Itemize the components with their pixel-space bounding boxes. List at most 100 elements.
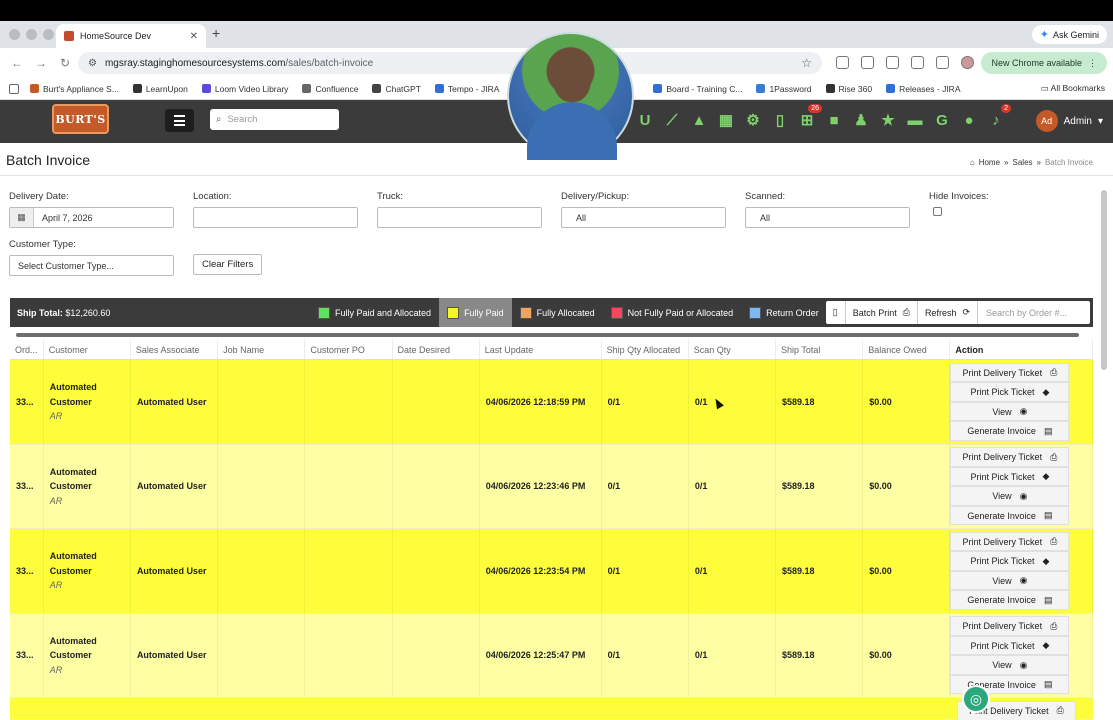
column-header[interactable]: Ship Total [776, 340, 864, 359]
truck-field[interactable] [377, 207, 542, 228]
apps-grid-icon[interactable] [9, 84, 19, 94]
reload-icon[interactable]: ↻ [56, 56, 74, 70]
print-pick-ticket-button[interactable]: Print Pick Ticket ◆ [950, 551, 1070, 571]
hide-invoices-checkbox[interactable] [933, 207, 942, 216]
generate-invoice-button[interactable]: Generate Invoice ▤ [950, 421, 1070, 441]
app-search-input[interactable]: ⌕ Search [210, 109, 339, 130]
column-header[interactable]: Balance Owed [863, 340, 951, 359]
column-header[interactable]: Sales Associate [131, 340, 219, 359]
chat-icon[interactable]: ● [960, 111, 978, 129]
scanned-select[interactable]: All [745, 207, 910, 228]
order-number-cell[interactable]: 33... [10, 613, 44, 697]
legend-fully-paid[interactable]: Fully Paid [439, 298, 512, 327]
order-number-cell[interactable]: 33... [10, 360, 44, 444]
delivery-pickup-select[interactable]: All [561, 207, 726, 228]
customer-type-select[interactable]: Select Customer Type... [9, 255, 174, 276]
chart-line-icon[interactable]: ⟋ [663, 111, 681, 129]
column-header[interactable]: Scan Qty [689, 340, 776, 359]
user-menu[interactable]: Ad Admin ▾ [1035, 110, 1103, 132]
bookmark-item[interactable]: Releases - JIRA [886, 84, 961, 94]
breadcrumb-sales[interactable]: Sales [1013, 158, 1033, 167]
print-pick-ticket-button[interactable]: Print Pick Ticket ◆ [950, 635, 1070, 656]
horizontal-scrollbar[interactable] [16, 333, 1079, 337]
column-header[interactable]: Job Name [218, 340, 306, 359]
calculator-icon[interactable]: ▦ [717, 111, 735, 129]
cart-icon[interactable]: ⊞ 26 [798, 104, 822, 129]
delivery-date-field[interactable]: ▦ April 7, 2026 [9, 207, 174, 228]
back-icon[interactable]: ← [8, 56, 26, 70]
bookmark-item[interactable]: Tempo - JIRA [434, 84, 499, 94]
print-delivery-ticket-button[interactable]: Print Delivery Ticket ⎙ [950, 362, 1070, 383]
media-icon[interactable] [936, 56, 949, 69]
batch-print-button[interactable]: Batch Print ⎙ [846, 301, 918, 324]
legend-fully-paid-allocated[interactable]: Fully Paid and Allocated [310, 298, 439, 327]
calendar-icon[interactable]: ▦ [10, 208, 34, 227]
bookmark-item[interactable]: Loom Video Library [201, 84, 288, 94]
view-button[interactable]: View ◉ [950, 401, 1070, 422]
star-icon[interactable]: ★ [879, 111, 897, 129]
generate-invoice-button[interactable]: Generate Invoice ▤ [950, 590, 1070, 610]
profile-icon[interactable] [961, 56, 974, 69]
briefcase-icon[interactable]: ■ [825, 111, 843, 129]
export-button[interactable]: ▯ [826, 301, 846, 324]
print-delivery-ticket-button[interactable]: Print Delivery Ticket ⎙ [950, 616, 1070, 636]
generate-invoice-button[interactable]: Generate Invoice ▤ [950, 505, 1070, 526]
minimize-window-button[interactable] [26, 29, 37, 40]
ask-gemini-button[interactable]: ✦ Ask Gemini [1031, 25, 1107, 44]
mobile-device-icon[interactable]: ▯ [771, 111, 789, 129]
view-button[interactable]: View ◉ [950, 486, 1070, 506]
breadcrumb-home[interactable]: Home [979, 158, 1000, 167]
bookmark-item[interactable]: 1Password [756, 84, 812, 94]
maximize-window-button[interactable] [43, 29, 54, 40]
bookmark-item[interactable]: LearnUpon [132, 84, 188, 94]
bookmark-item[interactable]: Board - Training C... [653, 84, 742, 94]
order-number-cell[interactable]: 33... [10, 529, 44, 613]
column-header[interactable]: Ship Qty Allocated [602, 340, 689, 359]
google-icon[interactable]: G [933, 111, 951, 129]
print-pick-ticket-button[interactable]: Print Pick Ticket ◆ [950, 382, 1070, 402]
legend-fully-allocated[interactable]: Fully Allocated [512, 298, 603, 327]
column-header[interactable]: Ord... [10, 340, 44, 359]
bookmark-item[interactable]: ChatGPT [372, 84, 421, 94]
refresh-button[interactable]: Refresh ⟳ [918, 301, 978, 324]
puzzle-icon[interactable] [861, 56, 874, 69]
column-header[interactable]: Date Desired [393, 340, 480, 359]
print-delivery-ticket-button[interactable]: Print Delivery Ticket ⎙ [950, 447, 1070, 467]
bookmark-item[interactable]: Burt's Appliance S... [30, 84, 119, 94]
view-button[interactable]: View ◉ [950, 655, 1070, 675]
graduation-cap-icon[interactable]: ▲ [690, 111, 708, 129]
column-header[interactable]: Customer PO [305, 340, 393, 359]
print-delivery-ticket-button[interactable]: Print Delivery Ticket ⎙ [950, 531, 1070, 552]
forward-icon[interactable]: → [32, 56, 50, 70]
bookmark-item[interactable]: Confluence [302, 84, 358, 94]
browser-tab-active[interactable]: HomeSource Dev ✕ [56, 24, 206, 48]
extension-icon[interactable] [836, 56, 849, 69]
bookmark-star-icon[interactable]: ☆ [801, 56, 812, 70]
all-bookmarks-link[interactable]: ▭ All Bookmarks [1041, 83, 1105, 94]
cast-icon[interactable] [886, 56, 899, 69]
column-header[interactable]: Last Update [480, 340, 602, 359]
view-button[interactable]: View ◉ [950, 570, 1070, 591]
hamburger-menu-button[interactable] [165, 109, 194, 132]
location-field[interactable] [193, 207, 358, 228]
order-search-input[interactable]: Search by Order #... [978, 308, 1090, 318]
site-info-icon[interactable]: ⚙ [88, 58, 97, 69]
download-icon[interactable] [911, 56, 924, 69]
order-number-cell[interactable]: 33... [10, 444, 44, 528]
window-controls[interactable] [9, 29, 54, 40]
new-chrome-available-button[interactable]: New Chrome available ⋮ [981, 52, 1107, 74]
close-tab-icon[interactable]: ✕ [190, 31, 198, 42]
floating-help-button[interactable]: ◎ [962, 685, 990, 713]
url-field[interactable]: ⚙ mgsray.staginghomesourcesystems.com/sa… [78, 52, 822, 74]
legend-return-order[interactable]: Return Order [741, 298, 827, 327]
legend-not-fully-paid[interactable]: Not Fully Paid or Allocated [603, 298, 742, 327]
new-tab-button[interactable]: + [212, 25, 220, 41]
folder-icon[interactable]: ▬ [906, 111, 924, 129]
burts-logo[interactable]: BURT'S [52, 104, 109, 134]
users-icon[interactable]: ♟ [852, 111, 870, 129]
clear-filters-button[interactable]: Clear Filters [193, 254, 263, 275]
bookmark-item[interactable]: Rise 360 [825, 84, 872, 94]
vertical-scrollbar[interactable] [1101, 190, 1107, 370]
magnet-icon[interactable]: U [636, 111, 654, 129]
close-window-button[interactable] [9, 29, 20, 40]
